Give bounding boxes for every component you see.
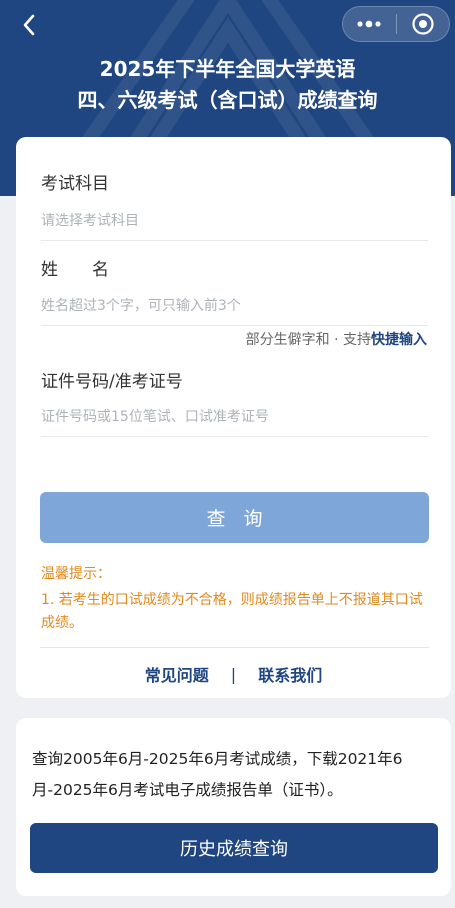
id-number-underline (41, 436, 428, 437)
page-title: 2025年下半年全国大学英语 四、六级考试（含口试）成绩查询 (0, 54, 455, 116)
faq-link[interactable]: 常见问题 (145, 662, 209, 686)
name-label: 姓 名 (41, 260, 109, 280)
history-score-button[interactable]: 历史成绩查询 (30, 823, 438, 873)
rare-hint-text: 部分生僻字和 · 支持 (245, 332, 371, 348)
subject-underline (41, 240, 428, 241)
page: 2025年下半年全国大学英语 四、六级考试（含口试）成绩查询 考试科目 姓 名 … (0, 0, 455, 908)
card-divider (40, 647, 429, 648)
quick-input-link[interactable]: 快捷输入 (371, 332, 427, 348)
query-form-card: 考试科目 姓 名 部分生僻字和 · 支持快捷输入 证件号码/准考证号 查询 温馨… (16, 137, 451, 698)
id-number-input[interactable] (41, 402, 428, 432)
name-field: 姓 名 (41, 258, 428, 326)
subject-label: 考试科目 (41, 174, 109, 194)
query-button[interactable]: 查询 (40, 492, 429, 543)
id-number-label: 证件号码/准考证号 (41, 372, 183, 392)
subject-field: 考试科目 (41, 172, 428, 241)
name-underline (41, 325, 428, 326)
tips-body: 1. 若考生的口试成绩为不合格，则成绩报告单上不报道其口试成绩。 (41, 592, 423, 631)
id-number-field: 证件号码/准考证号 (41, 370, 428, 437)
name-input[interactable] (41, 291, 428, 321)
more-button[interactable] (343, 7, 396, 41)
chevron-left-icon (23, 14, 35, 36)
mini-program-capsule (342, 6, 450, 42)
title-line-1: 2025年下半年全国大学英语 (99, 57, 356, 81)
bottom-links: 常见问题 | 联系我们 (16, 661, 451, 687)
title-line-2: 四、六级考试（含口试）成绩查询 (77, 88, 378, 112)
target-close-icon (412, 13, 434, 35)
contact-us-link[interactable]: 联系我们 (258, 662, 322, 686)
back-button[interactable] (14, 10, 44, 40)
more-dots-icon (357, 20, 381, 28)
close-button[interactable] (396, 7, 449, 41)
links-separator: | (230, 664, 237, 684)
subject-select[interactable] (41, 206, 428, 236)
tips-title: 温馨提示： (41, 566, 111, 582)
history-card: 查询2005年6月-2025年6月考试成绩，下载2021年6月-2025年6月考… (16, 718, 451, 896)
history-description: 查询2005年6月-2025年6月考试成绩，下载2021年6月-2025年6月考… (32, 750, 403, 799)
rare-character-hint: 部分生僻字和 · 支持快捷输入 (246, 330, 427, 350)
